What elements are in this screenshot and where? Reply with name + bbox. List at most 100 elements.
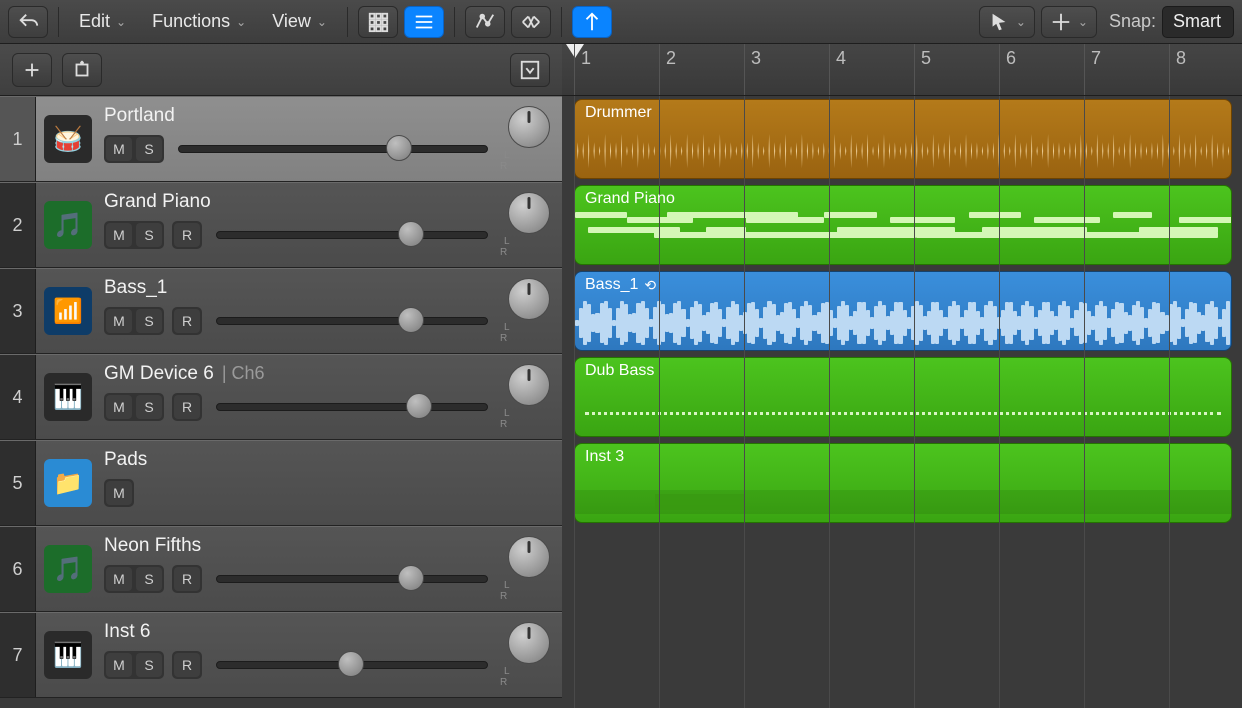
mute-button[interactable]: M: [106, 309, 132, 333]
volume-thumb[interactable]: [338, 651, 364, 677]
track-body: Grand Piano MSR: [100, 183, 500, 267]
arrange-grid[interactable]: Drummer Grand Piano Bass_1 ⟲ Dub Bass In…: [562, 96, 1242, 708]
track-name[interactable]: Neon Fifths: [104, 535, 201, 557]
duplicate-track-button[interactable]: [62, 53, 102, 87]
track-header[interactable]: 3📶Bass_1MSRL R: [0, 268, 562, 354]
flex-button[interactable]: [511, 6, 551, 38]
region-bass[interactable]: Bass_1 ⟲: [574, 271, 1232, 351]
volume-slider[interactable]: [216, 658, 488, 672]
region-inst3[interactable]: Inst 3: [574, 443, 1232, 523]
menu-edit[interactable]: Edit ⌄: [69, 11, 136, 32]
volume-slider[interactable]: [178, 142, 488, 156]
solo-button[interactable]: S: [136, 223, 162, 247]
mute-button[interactable]: M: [106, 481, 132, 505]
track-icon[interactable]: 🥁: [36, 97, 100, 181]
dub-midi: [585, 412, 1221, 415]
track-name[interactable]: Portland: [104, 105, 175, 127]
chevron-down-icon: ⌄: [317, 15, 327, 29]
record-group: R: [172, 565, 202, 593]
track-name[interactable]: GM Device 6: [104, 363, 214, 385]
record-enable-button[interactable]: R: [174, 567, 200, 591]
pan-knob[interactable]: [508, 192, 550, 234]
track-header[interactable]: 1🥁PortlandMSL R: [0, 96, 562, 182]
track-headers: 1🥁PortlandMSL R2🎵Grand PianoMSRL R3📶Bass…: [0, 96, 562, 708]
pan-knob[interactable]: [508, 364, 550, 406]
region-dub-bass[interactable]: Dub Bass: [574, 357, 1232, 437]
volume-thumb[interactable]: [398, 221, 424, 247]
track-header[interactable]: 5📁PadsM: [0, 440, 562, 526]
track-icon[interactable]: 🎹: [36, 613, 100, 697]
volume-thumb[interactable]: [398, 307, 424, 333]
mute-solo-group: MS: [104, 307, 164, 335]
track-icon[interactable]: 🎹: [36, 355, 100, 439]
volume-track: [216, 317, 488, 325]
solo-button[interactable]: S: [136, 309, 162, 333]
record-enable-button[interactable]: R: [174, 223, 200, 247]
volume-thumb[interactable]: [406, 393, 432, 419]
pan-lr-label: L R: [500, 408, 558, 430]
pointer-tool[interactable]: ⌄: [979, 6, 1035, 38]
secondary-tool[interactable]: ⌄: [1041, 6, 1097, 38]
mute-button[interactable]: M: [106, 223, 132, 247]
list-view-button[interactable]: [404, 6, 444, 38]
record-enable-button[interactable]: R: [174, 395, 200, 419]
track-name[interactable]: Inst 6: [104, 621, 150, 643]
menu-functions[interactable]: Functions ⌄: [142, 11, 256, 32]
solo-button[interactable]: S: [136, 137, 162, 161]
ruler-bar: 1: [574, 44, 591, 95]
mute-button[interactable]: M: [106, 653, 132, 677]
solo-button[interactable]: S: [136, 395, 162, 419]
pan-lr-label: L R: [500, 666, 558, 688]
automation-button[interactable]: [465, 6, 505, 38]
record-enable-button[interactable]: R: [174, 653, 200, 677]
volume-thumb[interactable]: [398, 565, 424, 591]
track-header-options[interactable]: [510, 53, 550, 87]
region-piano[interactable]: Grand Piano: [574, 185, 1232, 265]
region-drummer[interactable]: Drummer: [574, 99, 1232, 179]
track-name[interactable]: Bass_1: [104, 277, 167, 299]
track-name[interactable]: Pads: [104, 449, 147, 471]
mute-button[interactable]: M: [106, 567, 132, 591]
track-icon[interactable]: 🎵: [36, 183, 100, 267]
menu-view[interactable]: View ⌄: [262, 11, 337, 32]
instrument-icon: 📶: [44, 287, 92, 335]
track-icon[interactable]: 📶: [36, 269, 100, 353]
timeline-ruler[interactable]: 12345678: [562, 44, 1242, 96]
pan-knob[interactable]: [508, 536, 550, 578]
track-header[interactable]: 2🎵Grand PianoMSRL R: [0, 182, 562, 268]
main-area: 1🥁PortlandMSL R2🎵Grand PianoMSRL R3📶Bass…: [0, 44, 1242, 708]
pan-knob[interactable]: [508, 622, 550, 664]
track-icon[interactable]: 🎵: [36, 527, 100, 611]
catch-playhead-button[interactable]: [572, 6, 612, 38]
volume-slider[interactable]: [216, 572, 488, 586]
solo-button[interactable]: S: [136, 653, 162, 677]
track-header[interactable]: 4🎹GM Device 6| Ch6MSRL R: [0, 354, 562, 440]
pan-knob[interactable]: [508, 106, 550, 148]
track-header[interactable]: 6🎵Neon FifthsMSRL R: [0, 526, 562, 612]
volume-slider[interactable]: [216, 400, 488, 414]
add-track-button[interactable]: [12, 53, 52, 87]
volume-slider[interactable]: [216, 228, 488, 242]
track-body: GM Device 6| Ch6MSR: [100, 355, 500, 439]
menu-functions-label: Functions: [152, 11, 230, 32]
instrument-icon: 🎵: [44, 545, 92, 593]
track-header[interactable]: 7🎹Inst 6MSRL R: [0, 612, 562, 698]
solo-button[interactable]: S: [136, 567, 162, 591]
record-enable-button[interactable]: R: [174, 309, 200, 333]
track-icon[interactable]: 📁: [36, 441, 100, 525]
volume-thumb[interactable]: [386, 135, 412, 161]
mute-button[interactable]: M: [106, 395, 132, 419]
pan-knob[interactable]: [508, 278, 550, 320]
grid-view-button[interactable]: [358, 6, 398, 38]
mute-button[interactable]: M: [106, 137, 132, 161]
chevron-down-icon: ⌄: [116, 15, 126, 29]
track-header-toolbar: [0, 44, 562, 96]
snap-mode-select[interactable]: Smart: [1162, 6, 1234, 38]
volume-slider[interactable]: [216, 314, 488, 328]
mute-solo-group: MS: [104, 565, 164, 593]
track-controls: MSR: [104, 307, 488, 335]
undo-button[interactable]: [8, 6, 48, 38]
grid-line: [1084, 96, 1085, 708]
record-group: R: [172, 651, 202, 679]
track-name[interactable]: Grand Piano: [104, 191, 211, 213]
